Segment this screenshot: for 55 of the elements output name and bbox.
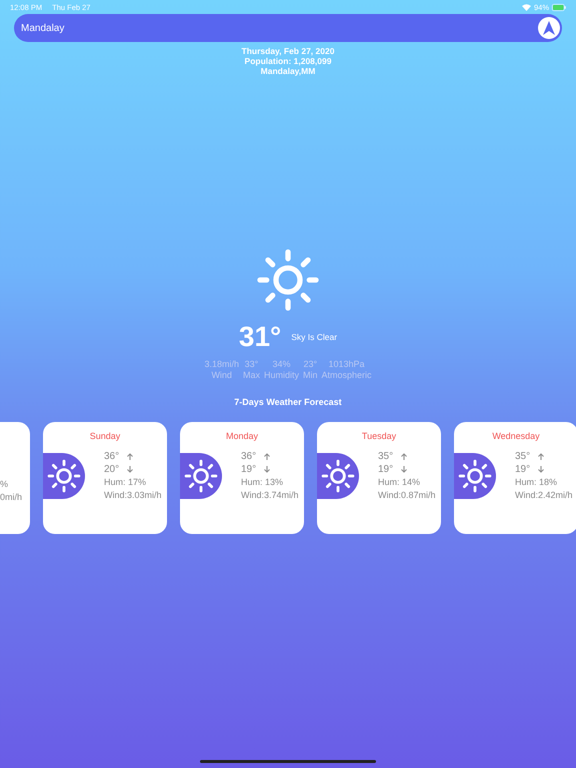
stat-label: Atmospheric [322, 370, 372, 381]
humidity-text: Hum: 14% [378, 477, 422, 488]
forecast-title: 7-Days Weather Forecast [234, 397, 342, 407]
sun-icon [47, 459, 81, 493]
day-name: Wednesday [492, 431, 540, 441]
stat-value: 23° [303, 359, 318, 370]
up-arrow-icon [401, 453, 408, 460]
humidity-text: Hum: 13% [241, 477, 284, 488]
min-temperature: 19° [241, 464, 256, 475]
wifi-icon [522, 4, 531, 10]
stat-value: 1013hPa [328, 359, 365, 370]
current-temperature: 31° [238, 321, 282, 353]
day-name: Tuesday [362, 431, 396, 441]
min-temperature: 19° [515, 464, 530, 475]
humidity-text: Hum: 17% [104, 477, 148, 488]
stat-value: 33° [244, 359, 258, 370]
max-temperature: 35° [378, 451, 394, 462]
max-temperature: 36° [241, 451, 256, 462]
wind-text: Wind:0.87mi/h [378, 490, 436, 501]
stat-value: 3.18mi/h [204, 359, 239, 370]
down-arrow-icon [127, 466, 134, 473]
sun-icon [256, 248, 320, 312]
wind-text: Wind:3.03mi/h [104, 490, 162, 501]
stat-label: Wind [211, 370, 232, 381]
wind-text: Wind:3.74mi/h [241, 490, 299, 501]
sun-icon [184, 459, 218, 493]
sun-icon [321, 459, 355, 493]
down-arrow-icon [538, 466, 544, 473]
down-arrow-icon [264, 466, 270, 473]
wind-text: 0mi/h [0, 492, 24, 503]
humidity-text: Hum: 18% [515, 477, 558, 488]
search-field[interactable]: Mandalay [14, 14, 562, 42]
day-name: Sunday [90, 431, 120, 441]
up-arrow-icon [538, 453, 544, 460]
up-arrow-icon [264, 453, 270, 460]
day-name: Monday [226, 431, 258, 441]
max-temperature: 36° [104, 451, 120, 462]
stat-label: Max [242, 370, 260, 381]
stat-value: 34% [272, 359, 290, 370]
min-temperature: 20° [104, 464, 120, 475]
stat-label: Humidity [264, 370, 299, 381]
min-temperature: 19° [378, 464, 394, 475]
city-info: Thursday, Feb 27, 2020 [242, 46, 334, 56]
weather-summary: Sky Is Clear [291, 332, 338, 342]
sun-icon [458, 459, 492, 493]
max-temperature: 35° [515, 451, 530, 462]
battery-icon [552, 4, 566, 10]
navigation-arrow-icon [543, 21, 555, 35]
city-info: Mandalay,MM [260, 66, 316, 76]
humidity-text: % [0, 479, 10, 490]
down-arrow-icon [401, 466, 408, 473]
wind-text: Wind:2.42mi/h [515, 490, 573, 501]
city-info: Population: 1,208,099 [244, 56, 332, 66]
up-arrow-icon [127, 453, 134, 460]
stat-label: Min [303, 370, 318, 381]
